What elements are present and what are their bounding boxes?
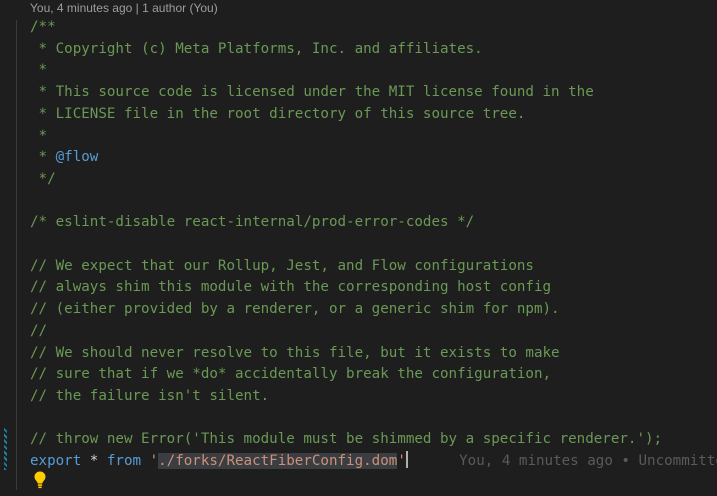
- inline-blame: You, 4 minutes ago • Uncommitted changes: [408, 453, 717, 469]
- star-operator: *: [81, 453, 107, 469]
- code-line-7: * @flow: [30, 147, 99, 169]
- code-line-1: /**: [30, 19, 56, 35]
- code-line-8: */: [30, 170, 56, 187]
- code-line-5: * LICENSE file in the root directory of …: [30, 105, 526, 122]
- indent-guide: [16, 20, 17, 490]
- code-line-2: * Copyright (c) Meta Platforms, Inc. and…: [30, 40, 483, 57]
- code-line-20: // throw new Error('This module must be …: [30, 431, 663, 448]
- code-line-4: * This source code is licensed under the…: [30, 84, 594, 101]
- comment-prefix: *: [30, 149, 56, 166]
- codelens-blame[interactable]: You, 4 minutes ago | 1 author (You): [30, 0, 218, 16]
- import-path-string[interactable]: ./forks/ReactFiberConfig.dom: [158, 453, 398, 469]
- string-quote-open: ': [149, 453, 159, 469]
- code-line-14: // (either provided by a renderer, or a …: [30, 301, 560, 318]
- code-line-18: // the failure isn't silent.: [30, 387, 270, 404]
- code-line-21: export * from './forks/ReactFiberConfig.…: [30, 451, 717, 473]
- code-line-12: // We expect that our Rollup, Jest, and …: [30, 257, 534, 274]
- code-line-3: *: [30, 62, 48, 79]
- code-line-6: *: [30, 127, 48, 144]
- code-editor[interactable]: You, 4 minutes ago | 1 author (You) /** …: [0, 0, 717, 496]
- code-line-16: // We should never resolve to this file,…: [30, 344, 560, 361]
- lightbulb-icon[interactable]: [32, 470, 48, 490]
- from-keyword: from: [106, 453, 142, 469]
- export-keyword: export: [30, 453, 82, 469]
- code-line-17: // sure that if we *do* accidentally bre…: [30, 366, 552, 383]
- string-quote-close: ': [397, 453, 406, 469]
- code-line-13: // always shim this module with the corr…: [30, 279, 552, 296]
- gutter-modified-marker[interactable]: [4, 428, 7, 470]
- inline-blame-text: You, 4 minutes ago • Uncommitted changes: [459, 453, 717, 469]
- code-line-15: //: [30, 322, 48, 339]
- flow-annotation: @flow: [55, 149, 99, 166]
- code-line-10: /* eslint-disable react-internal/prod-er…: [30, 214, 475, 231]
